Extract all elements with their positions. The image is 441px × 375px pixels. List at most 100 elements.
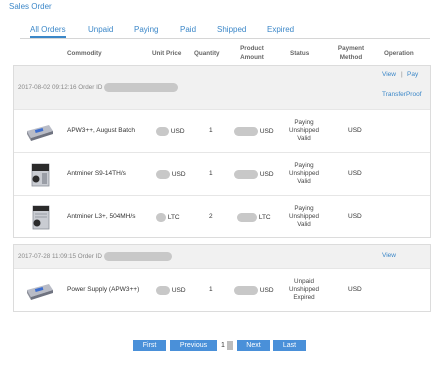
order-id-redacted bbox=[103, 252, 172, 261]
header-payment-method-line2: Method bbox=[339, 54, 363, 61]
order-id-redacted bbox=[104, 83, 179, 92]
status-line-2: Unshipped bbox=[288, 127, 320, 134]
order-header: 2017-08-02 09:12:16 Order ID View | Pay … bbox=[14, 66, 430, 110]
item-amount: LTC bbox=[237, 213, 271, 222]
header-status: Status bbox=[290, 50, 310, 57]
item-amount: USD bbox=[234, 170, 274, 179]
item-payment-method: USD bbox=[348, 286, 362, 293]
item-unit-price: USD bbox=[156, 286, 186, 295]
table-row: Antminer L3+, 504MH/s LTC 2 LTC Paying U… bbox=[14, 195, 430, 238]
order-tabs: All Orders Unpaid Paying Paid Shipped Ex… bbox=[20, 24, 430, 39]
item-payment-method: USD bbox=[348, 127, 362, 134]
header-payment-method-line1: Payment bbox=[337, 45, 365, 52]
table-row: APW3++, August Batch USD 1 USD Paying Un… bbox=[14, 109, 430, 152]
pay-link[interactable]: Pay bbox=[407, 71, 418, 78]
price-redacted bbox=[156, 127, 169, 136]
header-operation: Operation bbox=[384, 50, 414, 57]
header-product-amount-line1: Product bbox=[240, 45, 264, 52]
item-currency: USD bbox=[170, 128, 185, 136]
order-id-label: Order ID bbox=[77, 253, 102, 261]
item-amount-currency: USD bbox=[259, 287, 274, 295]
amount-redacted bbox=[234, 127, 258, 136]
item-name: Antminer S9-14TH/s bbox=[67, 170, 126, 177]
next-page-button[interactable]: Next bbox=[237, 340, 270, 351]
order-card: 2017-07-28 11:09:15 Order ID View Power … bbox=[13, 244, 431, 312]
page-marker bbox=[227, 341, 233, 350]
item-unit-price: USD bbox=[156, 127, 185, 136]
header-product-amount-line2: Amount bbox=[240, 54, 264, 61]
tab-paying[interactable]: Paying bbox=[134, 25, 158, 34]
first-page-button[interactable]: First bbox=[133, 340, 166, 351]
order-card: 2017-08-02 09:12:16 Order ID View | Pay … bbox=[13, 65, 431, 238]
item-quantity: 1 bbox=[209, 170, 213, 177]
table-row: Antminer S9-14TH/s USD 1 USD Paying Unsh… bbox=[14, 152, 430, 195]
header-payment-method: Payment Method bbox=[336, 44, 366, 62]
amount-redacted bbox=[234, 286, 258, 295]
item-name: APW3++, August Batch bbox=[67, 127, 135, 134]
status-line-3: Valid bbox=[297, 178, 311, 185]
item-status: Paying Unshipped Valid bbox=[274, 205, 334, 229]
item-unit-price: LTC bbox=[156, 213, 180, 222]
amount-redacted bbox=[237, 213, 257, 222]
power-supply-icon bbox=[27, 284, 53, 300]
status-line-1: Paying bbox=[294, 162, 314, 169]
header-product-amount: Product Amount bbox=[237, 44, 267, 62]
item-unit-price: USD bbox=[156, 170, 186, 179]
tab-expired[interactable]: Expired bbox=[267, 25, 294, 34]
status-line-1: Paying bbox=[294, 205, 314, 212]
item-name: Antminer L3+, 504MH/s bbox=[67, 213, 136, 220]
miner-icon bbox=[32, 205, 50, 230]
item-amount: USD bbox=[234, 127, 274, 136]
sales-order-page: Sales Order All Orders Unpaid Paying Pai… bbox=[0, 0, 441, 375]
transfer-proof-link[interactable]: TransferProof bbox=[382, 91, 422, 98]
tab-shipped[interactable]: Shipped bbox=[217, 25, 246, 34]
price-redacted bbox=[156, 213, 166, 222]
item-quantity: 2 bbox=[209, 213, 213, 220]
order-meta: 2017-08-02 09:12:16 Order ID bbox=[18, 83, 179, 92]
item-quantity: 1 bbox=[209, 127, 213, 134]
item-amount-currency: USD bbox=[259, 128, 274, 136]
header-quantity: Quantity bbox=[194, 50, 220, 57]
status-line-2: Unshipped bbox=[288, 286, 320, 293]
header-commodity: Commodity bbox=[67, 50, 102, 57]
item-amount-currency: LTC bbox=[258, 214, 271, 222]
tab-paid[interactable]: Paid bbox=[180, 25, 196, 34]
order-datetime: 2017-07-28 11:09:15 bbox=[18, 253, 77, 261]
view-link[interactable]: View bbox=[382, 71, 396, 78]
item-payment-method: USD bbox=[348, 170, 362, 177]
power-supply-icon bbox=[27, 125, 53, 141]
item-name: Power Supply (APW3++) bbox=[67, 286, 140, 293]
item-status: Paying Unshipped Valid bbox=[274, 162, 334, 186]
status-line-2: Unshipped bbox=[288, 170, 320, 177]
item-payment-method: USD bbox=[348, 213, 362, 220]
item-currency: USD bbox=[171, 171, 186, 179]
item-amount: USD bbox=[234, 286, 274, 295]
tab-all-orders[interactable]: All Orders bbox=[30, 25, 66, 38]
header-unit-price: Unit Price bbox=[152, 50, 182, 57]
item-status: Paying Unshipped Valid bbox=[274, 119, 334, 143]
item-status: Unpaid Unshipped Expired bbox=[274, 278, 334, 302]
status-line-1: Unpaid bbox=[294, 278, 314, 285]
price-redacted bbox=[156, 170, 170, 179]
page-title: Sales Order bbox=[9, 2, 52, 11]
action-separator: | bbox=[401, 71, 403, 78]
order-datetime: 2017-08-02 09:12:16 bbox=[18, 84, 77, 92]
status-line-2: Unshipped bbox=[288, 213, 320, 220]
status-line-3: Expired bbox=[293, 294, 315, 301]
item-quantity: 1 bbox=[209, 286, 213, 293]
item-currency: USD bbox=[171, 287, 186, 295]
table-row: Power Supply (APW3++) USD 1 USD Unpaid U… bbox=[14, 268, 430, 312]
status-line-1: Paying bbox=[294, 119, 314, 126]
previous-page-button[interactable]: Previous bbox=[170, 340, 217, 351]
order-meta: 2017-07-28 11:09:15 Order ID bbox=[18, 252, 172, 261]
price-redacted bbox=[156, 286, 170, 295]
miner-icon bbox=[31, 163, 50, 187]
current-page-number[interactable]: 1 bbox=[221, 340, 225, 351]
view-link[interactable]: View bbox=[382, 252, 396, 259]
last-page-button[interactable]: Last bbox=[273, 340, 306, 351]
item-currency: LTC bbox=[167, 214, 180, 222]
status-line-3: Valid bbox=[297, 135, 311, 142]
item-amount-currency: USD bbox=[259, 171, 274, 179]
tab-unpaid[interactable]: Unpaid bbox=[88, 25, 113, 34]
status-line-3: Valid bbox=[297, 221, 311, 228]
